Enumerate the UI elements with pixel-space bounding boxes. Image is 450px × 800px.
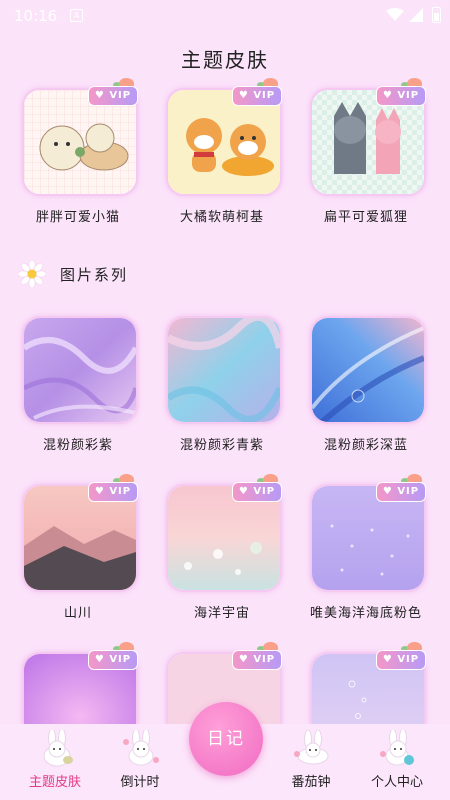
image-card[interactable] [22,316,138,424]
vip-badge-label: ♥ VIP [376,482,426,502]
vip-badge: ♥ VIP [88,642,138,670]
vip-badge-label: ♥ VIP [376,650,426,670]
section-header: 图片系列 [18,258,318,290]
status-time: 10:16 [14,7,58,25]
tab-theme-skin[interactable]: 主题皮肤 [10,724,100,800]
theme-label[interactable]: 扁平可爱狐狸 [291,206,441,225]
vip-badge: ♥ VIP [376,642,426,670]
theme-label[interactable]: 大橘软萌柯基 [147,206,297,225]
vip-badge: ♥ VIP [232,78,282,106]
vip-badge-label: ♥ VIP [88,650,138,670]
notification-icon: A [70,9,83,22]
vip-badge-label: ♥ VIP [232,86,282,106]
vip-badge: ♥ VIP [88,78,138,106]
status-bar: 10:16 A [0,0,450,32]
image-card[interactable] [310,316,426,424]
daisy-icon [18,260,46,288]
battery-icon [432,7,441,23]
bunny-icon [43,730,73,767]
vip-badge: ♥ VIP [232,642,282,670]
tab-pomodoro[interactable]: 番茄钟 [266,724,356,800]
section-title: 图片系列 [60,266,129,284]
tab-label: 个人中心 [370,775,423,790]
signal-icon [409,8,423,22]
bunny-icon [294,730,329,765]
vip-badge-label: ♥ VIP [232,482,282,502]
card-thumbnail [24,318,136,422]
vip-badge-label: ♥ VIP [88,482,138,502]
tab-label: 番茄钟 [291,775,331,790]
vip-badge: ♥ VIP [376,78,426,106]
image-label[interactable]: 混粉颜彩青紫 [147,434,297,453]
bunny-icon [123,730,159,766]
tab-label: 主题皮肤 [28,775,81,790]
vip-badge: ♥ VIP [88,474,138,502]
image-card[interactable] [166,316,282,424]
image-label[interactable]: 海洋宇宙 [147,602,297,621]
vip-badge: ♥ VIP [376,474,426,502]
card-thumbnail [312,318,424,422]
image-label[interactable]: 混粉颜彩深蓝 [291,434,441,453]
image-label[interactable]: 混粉颜彩紫 [3,434,153,453]
diary-button[interactable]: 日记 [189,702,263,776]
card-thumbnail [168,318,280,422]
tab-label: 倒计时 [120,775,160,790]
bunny-icon [380,730,414,766]
image-label[interactable]: 唯美海洋海底粉色 [291,602,441,621]
vip-badge-label: ♥ VIP [232,650,282,670]
vip-badge: ♥ VIP [232,474,282,502]
tab-profile[interactable]: 个人中心 [352,724,442,800]
theme-label[interactable]: 胖胖可爱小猫 [3,206,153,225]
tab-countdown[interactable]: 倒计时 [95,724,185,800]
vip-badge-label: ♥ VIP [376,86,426,106]
image-label[interactable]: 山川 [3,602,153,621]
page-title: 主题皮肤 [181,48,269,72]
wifi-icon [386,8,404,21]
vip-badge-label: ♥ VIP [88,86,138,106]
